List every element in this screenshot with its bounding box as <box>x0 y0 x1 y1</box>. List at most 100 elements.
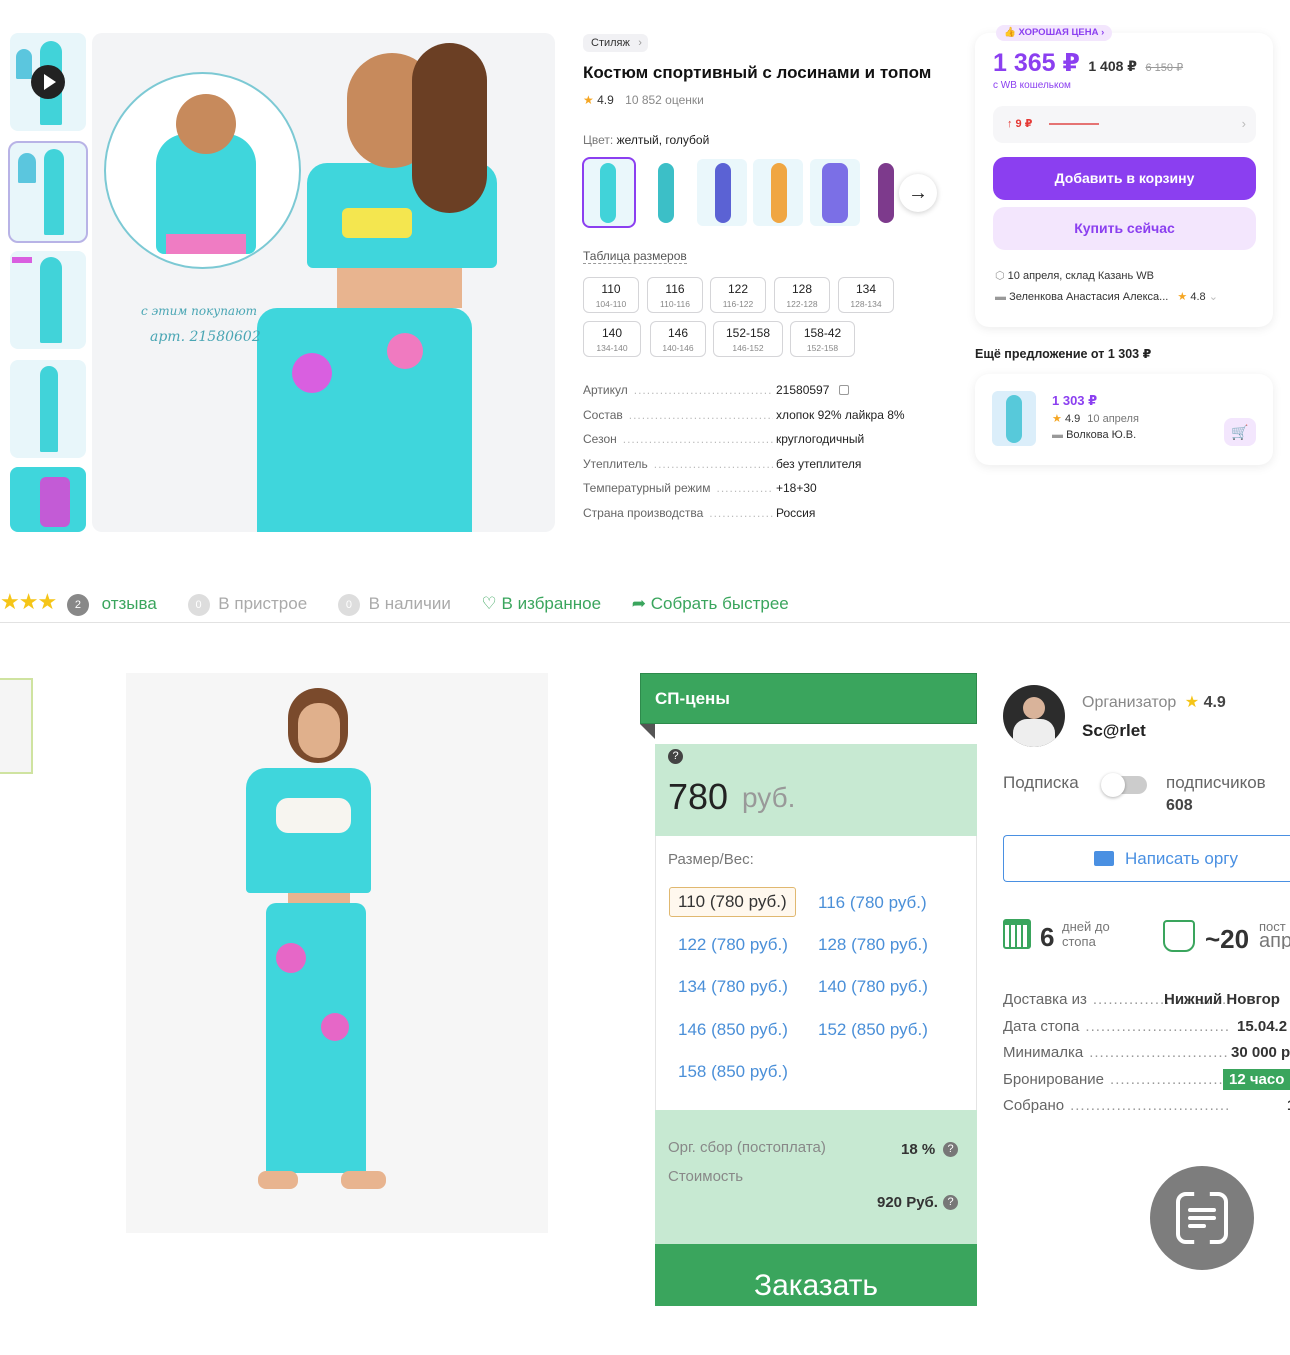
box-icon: ⬡ <box>995 270 1005 282</box>
size-chip[interactable]: 134 128-134 <box>838 277 894 313</box>
thumbs-up-icon: 👍 <box>1004 27 1016 38</box>
offer-seller: ▬ Волкова Ю.В. <box>1052 429 1137 441</box>
organizer-avatar[interactable] <box>1003 685 1065 747</box>
spec-value: Россия <box>776 506 816 520</box>
size-chip[interactable]: 110 104-110 <box>583 277 639 313</box>
size-range: 128-134 <box>850 299 882 309</box>
size-range: 140-146 <box>662 343 694 353</box>
wallet-note[interactable]: с WB кошельком <box>993 80 1071 91</box>
price-history[interactable]: ↑ 9 ₽ › <box>993 106 1256 143</box>
sp-size-option[interactable]: 134 (780 руб.) <box>678 977 788 997</box>
spec-value: +18+30 <box>776 481 817 496</box>
copy-icon[interactable] <box>839 385 849 395</box>
approx-label: пост апр <box>1259 919 1290 949</box>
color-swatch-4[interactable] <box>753 159 803 226</box>
size-value: 140 <box>601 326 623 340</box>
subscription-label: Подписка <box>1003 773 1079 792</box>
subscription-toggle[interactable] <box>1101 773 1147 797</box>
size-chip[interactable]: 140 134-140 <box>583 321 641 357</box>
size-chip[interactable]: 152-158 146-152 <box>713 321 783 357</box>
write-org-button[interactable]: Написать оргу <box>1003 835 1290 882</box>
sp-size-option[interactable]: 158 (850 руб.) <box>678 1062 788 1082</box>
collect-faster-link[interactable]: Собрать быстрее <box>651 594 789 613</box>
buy-now-button[interactable]: Купить сейчас <box>993 207 1256 250</box>
sp-panel-header: СП-цены <box>640 673 977 724</box>
size-chip[interactable]: 116 110-116 <box>647 277 703 313</box>
color-swatch-1[interactable] <box>582 157 636 228</box>
sp-fee-box: Орг. сбор (постоплата) 18 % ? Стоимость … <box>655 1110 977 1244</box>
order-button[interactable]: Заказать <box>655 1244 977 1306</box>
size-chip[interactable]: 122 116-122 <box>710 277 766 313</box>
arrow-right-icon[interactable]: → <box>899 174 937 212</box>
sp-size-option[interactable]: 122 (780 руб.) <box>678 935 788 955</box>
chevron-right-icon: › <box>1241 116 1246 131</box>
divider <box>0 622 1290 623</box>
size-chip[interactable]: 158-42 152-158 <box>790 321 855 357</box>
seller-row[interactable]: ▬ Зеленкова Анастасия Алекса... ★ 4.8 ⌄ <box>995 290 1218 303</box>
size-range: 116-122 <box>722 299 754 309</box>
help-icon[interactable]: ? <box>668 749 683 764</box>
spec-label: Артикул <box>583 383 773 397</box>
price-no-wallet: 1 408 ₽ <box>1088 58 1138 74</box>
spec-label: Температурный режим <box>583 481 773 495</box>
delivery-row: ⬡ 10 апреля, склад Казань WB <box>995 270 1154 282</box>
sp-size-option[interactable]: 110 (780 руб.) <box>669 887 796 917</box>
size-value: 134 <box>855 282 877 296</box>
info-value: 15.04.2 <box>1237 1017 1288 1035</box>
color-swatch-5[interactable] <box>810 159 860 226</box>
gallery-thumb-4[interactable] <box>10 360 86 458</box>
info-value: 12 часо <box>1223 1068 1290 1090</box>
size-table-link[interactable]: Таблица размеров <box>583 249 687 264</box>
favorite-link[interactable]: В избранное <box>502 594 602 613</box>
in-stock-tab[interactable]: В наличии <box>369 594 451 613</box>
subscribers-label: подписчиков <box>1166 773 1266 792</box>
offer-thumb[interactable] <box>992 391 1036 446</box>
organizer-row: Организатор ★ 4.9 <box>1082 694 1226 711</box>
product-rating[interactable]: ★ 4.9 10 852 оценки <box>583 93 704 107</box>
size-value: 122 <box>727 282 749 296</box>
envelope-icon <box>1094 851 1114 866</box>
sp-size-option[interactable]: 146 (850 руб.) <box>678 1020 788 1040</box>
spec-value: без утеплителя <box>776 456 862 471</box>
product-title: Костюм спортивный с лосинами и топом <box>583 63 932 82</box>
add-to-cart-button[interactable]: Добавить в корзину <box>993 157 1256 200</box>
reviews-count[interactable]: 10 852 оценки <box>625 93 704 107</box>
sp-size-option[interactable]: 128 (780 руб.) <box>818 935 928 955</box>
cart-icon[interactable]: 🛒 <box>1224 418 1256 446</box>
spec-label: Страна производства <box>583 506 773 520</box>
size-chip[interactable]: 146 140-146 <box>650 321 706 357</box>
size-range: 122-128 <box>786 299 818 309</box>
reviews-link[interactable]: отзыва <box>102 594 157 613</box>
spec-value: хлопок 92% лайкра 8% <box>776 407 905 422</box>
organizer-name[interactable]: Sc@rlet <box>1082 721 1146 741</box>
shop-icon: ▬ <box>1052 429 1063 441</box>
share-arrow-icon[interactable]: ➦ <box>632 594 646 613</box>
sp-currency: руб. <box>742 782 796 813</box>
gallery-thumb-1[interactable] <box>10 33 86 131</box>
good-price-badge[interactable]: 👍 ХОРОШАЯ ЦЕНА › <box>996 25 1113 41</box>
gallery-thumb-5[interactable] <box>10 467 86 532</box>
color-swatch-3[interactable] <box>697 159 747 226</box>
sp-main-photo[interactable] <box>126 673 548 1233</box>
play-video-icon[interactable] <box>31 65 65 99</box>
size-chip[interactable]: 128 122-128 <box>774 277 830 313</box>
spec-label: Утеплитель <box>583 457 773 471</box>
in-attach-tab[interactable]: В пристрое <box>218 594 307 613</box>
offer-meta: ★ 4.9 10 апреля <box>1052 413 1139 425</box>
info-label: Собрано <box>1003 1097 1228 1114</box>
sp-size-option[interactable]: 140 (780 руб.) <box>818 977 928 997</box>
help-icon[interactable]: ? <box>943 1142 958 1157</box>
sp-size-option[interactable]: 116 (780 руб.) <box>818 893 927 913</box>
text-scan-button[interactable] <box>1150 1166 1254 1270</box>
delivery-hand-icon <box>1163 920 1195 952</box>
sp-size-option[interactable]: 152 (850 руб.) <box>818 1020 928 1040</box>
gallery-thumb-2[interactable] <box>8 141 88 243</box>
gallery-thumb-3[interactable] <box>10 251 86 349</box>
help-icon[interactable]: ? <box>943 1195 958 1210</box>
star-icon: ★ <box>583 93 594 107</box>
sp-gallery-thumb[interactable] <box>0 678 33 774</box>
brand-chip[interactable]: Стиляж <box>583 34 648 52</box>
color-swatch-2[interactable] <box>640 159 690 226</box>
size-range: 152-158 <box>806 343 839 353</box>
heart-icon[interactable]: ♡ <box>482 594 497 613</box>
